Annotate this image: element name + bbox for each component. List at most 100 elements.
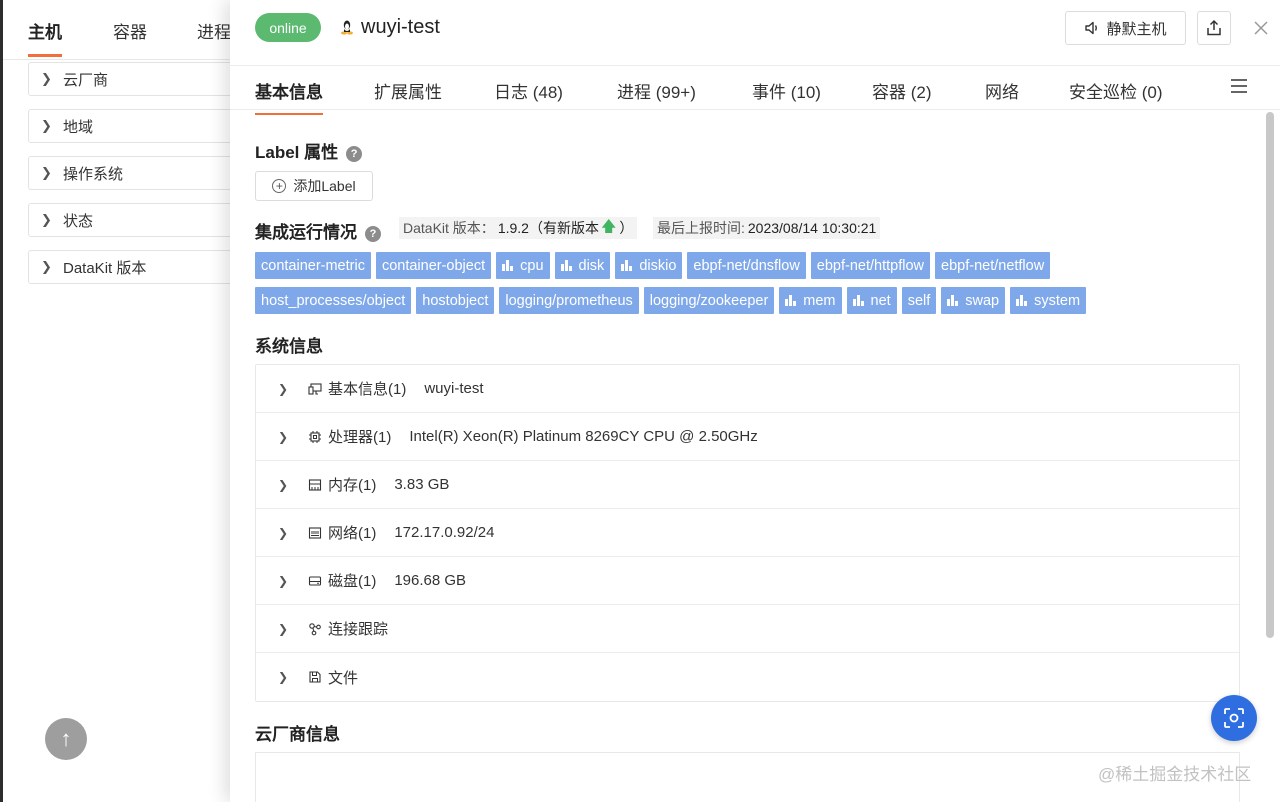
last-report-info: 最后上报时间: 2023/08/14 10:30:21: [653, 217, 881, 239]
host-detail-drawer: online wuyi-test 静默主机 基本信息 扩展属性 日志 (48) …: [230, 0, 1280, 802]
chevron-right-icon: ❯: [41, 118, 52, 133]
watermark-text: @稀土掘金技术社区: [1098, 765, 1252, 784]
filter-label: 操作系统: [63, 165, 124, 183]
integration-chip[interactable]: mem: [779, 287, 842, 314]
system-info-label: 处理器(1): [328, 429, 392, 446]
integration-chip[interactable]: ebpf-net/httpflow: [810, 252, 931, 279]
bar-chart-icon: [502, 260, 514, 271]
bg-tab-host[interactable]: 主机: [28, 18, 62, 57]
filter-label: 云厂商: [63, 71, 109, 89]
filter-label: DataKit 版本: [63, 259, 147, 277]
integration-chip[interactable]: logging/zookeeper: [643, 287, 775, 314]
system-info-row[interactable]: ❯ 基本信息(1) wuyi-test: [256, 365, 1239, 413]
integration-chip[interactable]: hostobject: [416, 287, 495, 314]
integration-chip-label: swap: [965, 292, 1000, 309]
filter-os[interactable]: ❯ 操作系统: [28, 156, 248, 190]
last-report-value: 2023/08/14 10:30:21: [747, 220, 877, 236]
vertical-scrollbar[interactable]: [1266, 112, 1274, 638]
add-label-button[interactable]: + 添加Label: [255, 171, 373, 201]
chevron-right-icon[interactable]: ❯: [278, 382, 290, 396]
tab-basic-info[interactable]: 基本信息: [255, 78, 323, 115]
filter-datakit-version[interactable]: ❯ DataKit 版本: [28, 250, 248, 284]
chevron-right-icon[interactable]: ❯: [278, 670, 290, 684]
quick-search-button[interactable]: [1211, 695, 1257, 741]
tab-network[interactable]: 网络: [985, 78, 1019, 103]
integration-chip[interactable]: cpu: [496, 252, 550, 279]
tab-processes[interactable]: 进程 (99+): [617, 78, 696, 103]
datakit-version-suffix: ）: [619, 220, 634, 236]
integration-chip[interactable]: swap: [941, 287, 1006, 314]
upgrade-arrow-icon[interactable]: 🡅: [601, 216, 616, 241]
system-info-row[interactable]: ❯ 内存(1) 3.83 GB: [256, 461, 1239, 509]
add-label-text: 添加Label: [293, 178, 356, 194]
bar-chart-icon: [1016, 295, 1028, 306]
monitor-icon: [308, 382, 322, 396]
linux-tux-icon: [341, 20, 353, 35]
chevron-right-icon[interactable]: ❯: [278, 574, 290, 588]
chevron-right-icon[interactable]: ❯: [278, 526, 290, 540]
chevron-right-icon[interactable]: ❯: [278, 430, 290, 444]
chevron-right-icon[interactable]: ❯: [278, 478, 290, 492]
cloud-info-table: [255, 752, 1240, 802]
system-info-row[interactable]: ❯ 磁盘(1) 196.68 GB: [256, 557, 1239, 605]
integration-chip-label: disk: [578, 257, 605, 274]
help-icon[interactable]: ?: [365, 226, 381, 242]
integration-chip[interactable]: disk: [554, 252, 611, 279]
filter-status[interactable]: ❯ 状态: [28, 203, 248, 237]
help-icon[interactable]: ?: [346, 146, 363, 162]
hamburger-menu-icon[interactable]: [1230, 78, 1248, 94]
system-info-list: ❯ 基本信息(1) wuyi-test ❯ 处理器(1) Intel(R) Xeon(R)…: [255, 364, 1240, 702]
mute-host-button[interactable]: 静默主机: [1065, 11, 1186, 45]
back-to-top-button[interactable]: ↑: [45, 718, 87, 760]
chevron-right-icon: ❯: [41, 165, 52, 180]
bg-tab-process[interactable]: 进程: [197, 18, 231, 43]
tab-security-check[interactable]: 安全巡检 (0): [1069, 78, 1163, 103]
system-info-label: 网络(1): [328, 525, 377, 542]
filter-region[interactable]: ❯ 地域: [28, 109, 248, 143]
system-info-row[interactable]: ❯ 处理器(1) Intel(R) Xeon(R) Platinum 8269CY …: [256, 413, 1239, 461]
system-info-row[interactable]: ❯ 文件: [256, 653, 1239, 701]
integration-chip[interactable]: ebpf-net/netflow: [935, 252, 1051, 279]
share-button[interactable]: [1197, 11, 1231, 45]
datakit-version-info: DataKit 版本： 1.9.2（有新版本 🡅）: [399, 216, 638, 241]
integration-chip-label: net: [870, 292, 891, 309]
system-info-value: 196.68 GB: [394, 572, 467, 589]
system-info-label: 内存(1): [328, 477, 377, 494]
filter-cloud-vendor[interactable]: ❯ 云厂商: [28, 62, 248, 96]
system-info-label: 文件: [328, 669, 359, 687]
datakit-version-label: DataKit 版本：: [403, 220, 495, 236]
bg-tab-container[interactable]: 容器: [113, 18, 147, 43]
integration-chip[interactable]: ebpf-net/dnsflow: [687, 252, 806, 279]
system-info-label: 基本信息(1): [328, 381, 407, 398]
integration-chip[interactable]: container-object: [375, 252, 492, 279]
label-section-title-text: Label 属性: [255, 143, 339, 162]
integration-chip[interactable]: diskio: [615, 252, 683, 279]
integration-chip[interactable]: container-metric: [255, 252, 371, 279]
close-icon[interactable]: [1252, 19, 1270, 37]
integration-chip[interactable]: self: [901, 287, 937, 314]
integration-chips-row-1: container-metric container-object cpu disk d…: [255, 252, 1051, 279]
bar-chart-icon: [852, 295, 864, 306]
mute-host-label: 静默主机: [1106, 20, 1167, 38]
integration-chip-label: ebpf-net/netflow: [941, 257, 1045, 274]
system-info-value: wuyi-test: [424, 380, 484, 397]
tab-logs[interactable]: 日志 (48): [494, 78, 563, 103]
integration-chip[interactable]: net: [846, 287, 897, 314]
filter-list: ❯ 云厂商 ❯ 地域 ❯ 操作系统 ❯ 状态 ❯ DataKit 版本: [28, 62, 248, 297]
integration-chip[interactable]: logging/prometheus: [499, 287, 639, 314]
tab-extended-attributes[interactable]: 扩展属性: [374, 78, 442, 103]
system-info-value: 3.83 GB: [394, 476, 450, 493]
system-info-row[interactable]: ❯ 网络(1) 172.17.0.92/24: [256, 509, 1239, 557]
tab-events[interactable]: 事件 (10): [752, 78, 821, 103]
chevron-right-icon[interactable]: ❯: [278, 622, 290, 636]
file-icon: [308, 670, 322, 684]
window-edge: [0, 0, 3, 802]
connection-trace-icon: [308, 622, 322, 636]
integration-chip[interactable]: host_processes/object: [255, 287, 412, 314]
integration-chip[interactable]: system: [1010, 287, 1087, 314]
system-info-row[interactable]: ❯ 连接跟踪: [256, 605, 1239, 653]
tab-containers[interactable]: 容器 (2): [872, 78, 932, 103]
cpu-chip-icon: [308, 430, 322, 444]
bar-chart-icon: [785, 295, 797, 306]
filter-label: 状态: [63, 212, 94, 230]
